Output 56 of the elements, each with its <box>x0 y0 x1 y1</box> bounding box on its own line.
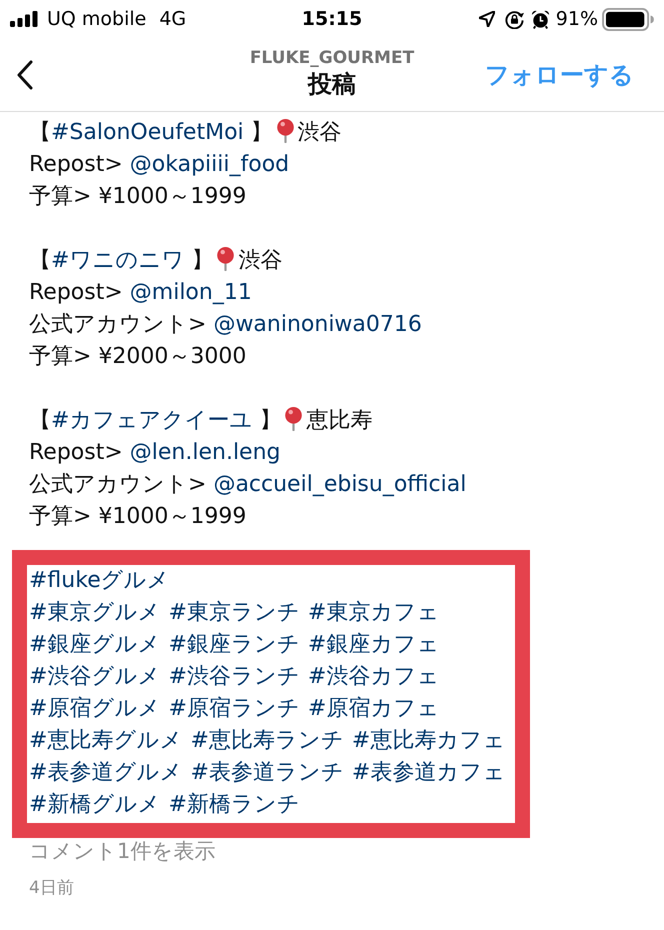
hashtag-link[interactable]: #表参道グルメ <box>29 757 182 789</box>
hashtag-link[interactable]: #新橋グルメ <box>29 789 160 821</box>
caption-line: 公式アカウント> @waninoniwa0716 <box>29 311 422 339</box>
pushpin-icon <box>217 247 234 271</box>
hashtag-link[interactable]: #カフェアクイーユ <box>51 408 252 433</box>
caption-line: 公式アカウント> @accueil_ebisu_official <box>29 471 466 499</box>
hashtag-link[interactable]: #原宿カフェ <box>308 693 440 725</box>
caption-line: Repost> @milon_11 <box>29 279 252 307</box>
mention-link[interactable]: @waninoniwa0716 <box>213 312 422 337</box>
pushpin-icon <box>285 407 302 431</box>
hashtag-link[interactable]: #新橋ランチ <box>168 789 300 821</box>
caption-line: 【#ワニのニワ 】 渋谷 <box>29 246 282 275</box>
caption-line: 予算> ¥1000～1999 <box>29 503 246 531</box>
hashtag-link[interactable]: #恵比寿ランチ <box>190 725 344 757</box>
mention-link[interactable]: @okapiiii_food <box>130 152 290 177</box>
hashtag-link[interactable]: #SalonOeufetMoi <box>51 120 244 145</box>
hashtag-link[interactable]: #恵比寿カフェ <box>352 725 506 757</box>
page-title: 投稿 <box>308 68 356 98</box>
hashtag-link[interactable]: #東京ランチ <box>168 597 300 629</box>
status-time: 15:15 <box>302 6 362 32</box>
mention-link[interactable]: @accueil_ebisu_official <box>213 472 466 497</box>
hashtag-link[interactable]: #銀座グルメ <box>29 629 160 661</box>
signal-bars-icon <box>10 11 38 27</box>
post-timestamp: 4日前 <box>29 878 74 898</box>
hashtag-link[interactable]: #原宿ランチ <box>168 693 300 725</box>
hashtag-link[interactable]: #渋谷カフェ <box>308 661 440 693</box>
hashtag-link[interactable]: #渋谷グルメ <box>29 661 160 693</box>
location-arrow-icon <box>478 11 495 27</box>
caption-line: Repost> @len.len.leng <box>29 439 281 467</box>
hashtag-link[interactable]: #銀座ランチ <box>168 629 300 661</box>
hashtag-link[interactable]: #東京グルメ <box>29 597 160 629</box>
battery-icon <box>602 8 654 30</box>
carrier-name: UQ mobile <box>47 6 146 32</box>
back-icon[interactable] <box>17 60 33 90</box>
pushpin-icon <box>276 119 294 143</box>
mention-link[interactable]: @milon_11 <box>130 280 252 305</box>
caption-line: 予算> ¥2000～3000 <box>29 343 246 371</box>
rotation-lock-icon <box>504 10 524 28</box>
hashtag-link[interactable]: #表参道カフェ <box>352 757 506 789</box>
mention-link[interactable]: @len.len.leng <box>130 440 281 465</box>
alarm-clock-icon <box>530 10 550 28</box>
hashtag-link[interactable]: #原宿グルメ <box>29 693 160 725</box>
hashtag-link[interactable]: #flukeグルメ <box>29 565 170 597</box>
caption-line: Repost> @okapiiii_food <box>29 151 290 179</box>
hashtag-link[interactable]: #表参道ランチ <box>190 757 344 789</box>
caption-line: 【#SalonOeufetMoi 】 渋谷 <box>29 118 342 147</box>
account-username: FLUKE_GOURMET <box>250 46 414 68</box>
hashtag-link[interactable]: #銀座カフェ <box>308 629 440 661</box>
hashtag-link[interactable]: #渋谷ランチ <box>168 661 300 693</box>
hashtag-link[interactable]: #ワニのニワ <box>51 248 184 273</box>
hashtag-link[interactable]: #恵比寿グルメ <box>29 725 182 757</box>
caption-line: 予算> ¥1000～1999 <box>29 183 246 211</box>
caption-line: 【#カフェアクイーユ 】 恵比寿 <box>29 406 372 435</box>
hashtag-link[interactable]: #東京カフェ <box>308 597 440 629</box>
battery-percentage: 91% <box>556 6 598 32</box>
network-type: 4G <box>159 6 186 32</box>
